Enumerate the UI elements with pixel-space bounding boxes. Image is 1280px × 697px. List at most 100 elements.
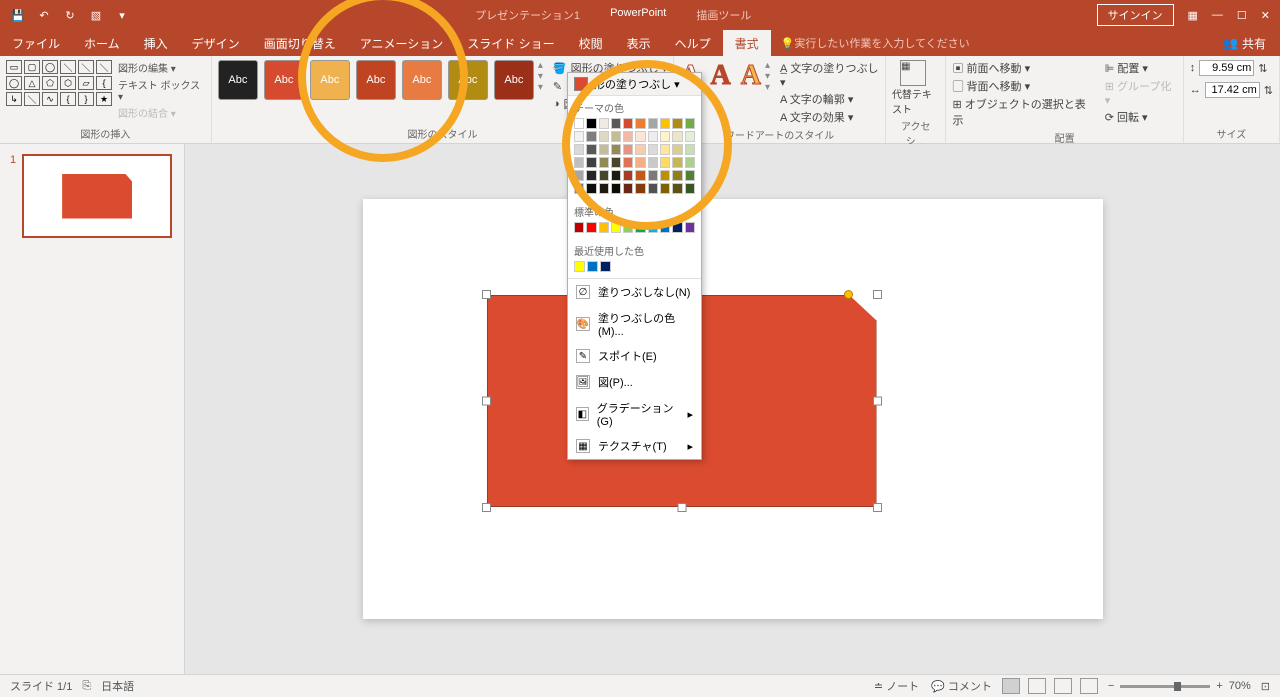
color-swatch[interactable] bbox=[685, 170, 695, 181]
color-swatch[interactable] bbox=[648, 131, 658, 142]
color-swatch[interactable] bbox=[660, 222, 670, 233]
color-swatch[interactable] bbox=[635, 131, 645, 142]
tab-format[interactable]: 書式 bbox=[723, 30, 771, 56]
color-swatch[interactable] bbox=[648, 222, 658, 233]
color-swatch[interactable] bbox=[623, 183, 633, 194]
adjust-handle[interactable] bbox=[844, 290, 853, 299]
no-fill-item[interactable]: ∅塗りつぶしなし(N) bbox=[568, 279, 701, 305]
theme-color-row[interactable] bbox=[574, 118, 695, 129]
zoom-out-icon[interactable]: − bbox=[1108, 680, 1114, 692]
style-swatch[interactable]: Abc bbox=[310, 60, 350, 100]
color-swatch[interactable] bbox=[611, 183, 621, 194]
merge-shapes-button[interactable]: 図形の結合 ▾ bbox=[118, 105, 205, 120]
color-swatch[interactable] bbox=[599, 157, 609, 168]
notes-button[interactable]: ≐ ノート bbox=[874, 678, 919, 694]
color-swatch[interactable] bbox=[635, 222, 645, 233]
wa-up-icon[interactable]: ▴ bbox=[765, 60, 770, 71]
color-swatch[interactable] bbox=[599, 170, 609, 181]
color-swatch[interactable] bbox=[574, 261, 585, 272]
tab-slideshow[interactable]: スライド ショー bbox=[455, 30, 566, 56]
color-swatch[interactable] bbox=[611, 131, 621, 142]
bring-forward-button[interactable]: ▣ 前面へ移動 ▾ bbox=[952, 60, 1090, 76]
sorter-view-icon[interactable] bbox=[1028, 678, 1046, 694]
present-icon[interactable]: ▧ bbox=[88, 9, 104, 22]
tab-view[interactable]: 表示 bbox=[615, 30, 663, 56]
gradient-fill-item[interactable]: ◧グラデーション(G)▸ bbox=[568, 395, 701, 433]
eyedropper-item[interactable]: ✎スポイト(E) bbox=[568, 343, 701, 369]
spellcheck-icon[interactable]: ⎘ bbox=[82, 680, 91, 693]
zoom-level[interactable]: 70% bbox=[1229, 680, 1251, 692]
color-swatch[interactable] bbox=[623, 222, 633, 233]
align-button[interactable]: ⊫ 配置 ▾ bbox=[1105, 60, 1177, 76]
tab-review[interactable]: 校閲 bbox=[567, 30, 615, 56]
tab-transitions[interactable]: 画面切り替え bbox=[252, 30, 348, 56]
color-swatch[interactable] bbox=[685, 118, 695, 129]
color-swatch[interactable] bbox=[611, 118, 621, 129]
reading-view-icon[interactable] bbox=[1054, 678, 1072, 694]
height-input[interactable] bbox=[1199, 60, 1254, 76]
tab-file[interactable]: ファイル bbox=[0, 30, 72, 56]
color-swatch[interactable] bbox=[685, 144, 695, 155]
color-swatch[interactable] bbox=[672, 170, 682, 181]
color-swatch[interactable] bbox=[574, 222, 584, 233]
style-swatch[interactable]: Abc bbox=[218, 60, 258, 100]
color-swatch[interactable] bbox=[672, 157, 682, 168]
color-swatch[interactable] bbox=[660, 157, 670, 168]
redo-icon[interactable]: ↻ bbox=[62, 9, 78, 22]
color-swatch[interactable] bbox=[586, 170, 596, 181]
style-swatch[interactable]: Abc bbox=[264, 60, 304, 100]
color-swatch[interactable] bbox=[685, 157, 695, 168]
save-icon[interactable]: 💾 bbox=[10, 9, 26, 22]
color-swatch[interactable] bbox=[635, 118, 645, 129]
zoom-slider[interactable] bbox=[1120, 685, 1210, 688]
minimize-icon[interactable]: — bbox=[1212, 9, 1223, 21]
text-outline-button[interactable]: A 文字の輪郭 ▾ bbox=[780, 91, 879, 107]
color-swatch[interactable] bbox=[599, 131, 609, 142]
fill-dropdown-header[interactable]: 形の塗りつぶし ▾ bbox=[568, 73, 701, 96]
color-swatch[interactable] bbox=[648, 170, 658, 181]
gallery-up-icon[interactable]: ▴ bbox=[538, 60, 543, 71]
slide-editor[interactable] bbox=[185, 144, 1280, 674]
selection-pane-button[interactable]: ⊞ オブジェクトの選択と表示 bbox=[952, 96, 1090, 128]
tell-me-search[interactable]: 💡 実行したい作業を入力してください bbox=[771, 30, 1209, 56]
color-swatch[interactable] bbox=[600, 261, 611, 272]
style-swatch[interactable]: Abc bbox=[494, 60, 534, 100]
color-swatch[interactable] bbox=[660, 131, 670, 142]
rotate-button[interactable]: ⟳ 回転 ▾ bbox=[1105, 109, 1177, 125]
style-swatch[interactable]: Abc bbox=[448, 60, 488, 100]
color-swatch[interactable] bbox=[574, 144, 584, 155]
color-swatch[interactable] bbox=[660, 118, 670, 129]
send-backward-button[interactable]: ▢ 背面へ移動 ▾ bbox=[952, 78, 1090, 94]
tab-design[interactable]: デザイン bbox=[180, 30, 252, 56]
ribbon-options-icon[interactable]: ▦ bbox=[1188, 9, 1198, 22]
color-swatch[interactable] bbox=[611, 157, 621, 168]
resize-handle-bl[interactable] bbox=[482, 503, 491, 512]
recent-color-row[interactable] bbox=[574, 261, 695, 272]
color-swatch[interactable] bbox=[648, 144, 658, 155]
share-button[interactable]: 👥 共有 bbox=[1209, 30, 1280, 56]
color-swatch[interactable] bbox=[599, 183, 609, 194]
color-swatch[interactable] bbox=[586, 144, 596, 155]
qat-more-icon[interactable]: ▾ bbox=[114, 9, 130, 22]
color-swatch[interactable] bbox=[574, 118, 584, 129]
alt-text-button[interactable]: ▦ 代替テキスト bbox=[892, 60, 934, 116]
resize-handle-br[interactable] bbox=[873, 503, 882, 512]
color-swatch[interactable] bbox=[587, 261, 598, 272]
color-swatch[interactable] bbox=[623, 157, 633, 168]
color-swatch[interactable] bbox=[599, 118, 609, 129]
color-swatch[interactable] bbox=[660, 144, 670, 155]
color-swatch[interactable] bbox=[623, 170, 633, 181]
shapes-gallery[interactable]: ▭▢◯＼＼＼ ◯△⬠⬡▱{ ↳＼∿{}★ bbox=[6, 60, 112, 120]
slide-canvas[interactable] bbox=[363, 199, 1103, 619]
group-button[interactable]: ⊞ グループ化 ▾ bbox=[1105, 78, 1177, 107]
resize-handle-tr[interactable] bbox=[873, 290, 882, 299]
tab-help[interactable]: ヘルプ bbox=[663, 30, 723, 56]
color-swatch[interactable] bbox=[623, 131, 633, 142]
color-swatch[interactable] bbox=[635, 157, 645, 168]
tab-insert[interactable]: 挿入 bbox=[132, 30, 180, 56]
text-box-button[interactable]: テキスト ボックス ▾ bbox=[118, 77, 205, 103]
style-swatch[interactable]: Abc bbox=[356, 60, 396, 100]
tab-animations[interactable]: アニメーション bbox=[348, 30, 456, 56]
wa-down-icon[interactable]: ▾ bbox=[765, 71, 770, 82]
color-swatch[interactable] bbox=[586, 157, 596, 168]
